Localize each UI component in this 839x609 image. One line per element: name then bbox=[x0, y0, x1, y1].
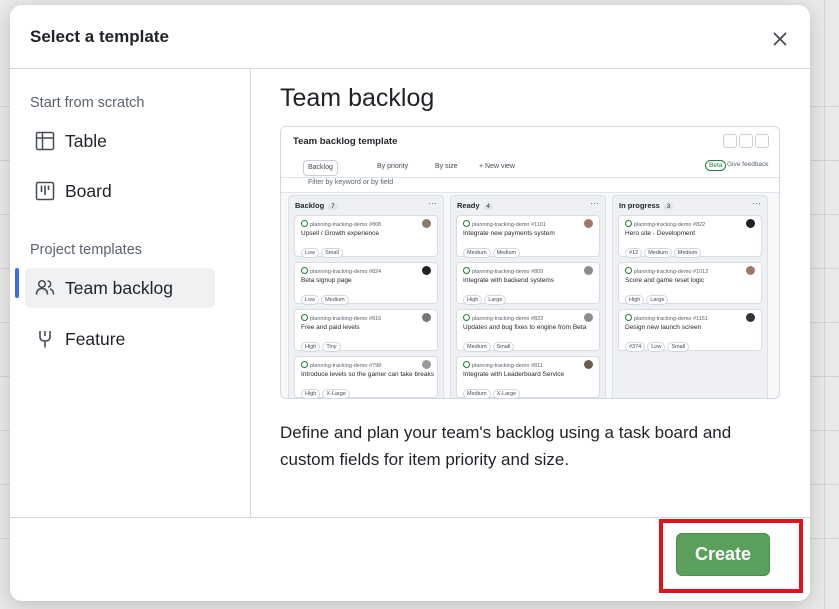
template-dialog: Select a template Start from scratch Tab… bbox=[10, 5, 810, 601]
preview-header: Team backlog template bbox=[281, 127, 779, 157]
preview-tab: Backlog bbox=[303, 160, 338, 176]
preview-card: planning-tracking-demo #811 Integrate wit… bbox=[456, 356, 600, 398]
close-icon bbox=[773, 32, 787, 46]
sidebar-item-feature[interactable]: Feature bbox=[25, 319, 215, 359]
close-button[interactable] bbox=[766, 26, 794, 52]
template-title: Team backlog bbox=[280, 84, 435, 112]
preview-tabs: Backlog By priority By size + New view bbox=[281, 157, 779, 178]
preview-card: planning-tracking-demo #1101 Integrate ne… bbox=[456, 215, 600, 258]
project-templates-label: Project templates bbox=[30, 242, 143, 258]
dialog-title: Select a template bbox=[30, 27, 169, 46]
sidebar-item-board[interactable]: Board bbox=[25, 171, 215, 211]
preview-card: planning-tracking-demo #808 Upsell / Grow… bbox=[294, 215, 438, 258]
preview-feedback-link: Give feedback bbox=[727, 161, 769, 168]
preview-column-header: In progress 3 bbox=[619, 201, 674, 210]
grid-line bbox=[824, 0, 825, 609]
preview-toolbar-icons bbox=[721, 134, 769, 153]
highlight-annotation bbox=[659, 519, 803, 593]
sidebar-item-label: Board bbox=[65, 181, 112, 201]
preview-card: planning-tracking-demo #809 Integrate wit… bbox=[456, 262, 600, 305]
preview-column: In progress 3 ··· planning-tracking-demo … bbox=[612, 195, 768, 398]
preview-beta-badge: Beta bbox=[705, 160, 727, 171]
preview-card: planning-tracking-demo #816 Free and paid… bbox=[294, 309, 438, 352]
table-icon bbox=[35, 131, 55, 151]
start-from-scratch-label: Start from scratch bbox=[30, 95, 145, 111]
preview-filter: Filter by keyword or by field bbox=[281, 178, 779, 193]
preview-column-header: Ready 4 bbox=[457, 201, 493, 210]
preview-column: Backlog 7 ··· planning-tracking-demo #808… bbox=[288, 195, 444, 398]
board-icon bbox=[35, 181, 55, 201]
preview-card: planning-tracking-demo #822 Hero site - D… bbox=[618, 215, 762, 258]
sidebar-item-label: Feature bbox=[65, 329, 126, 349]
preview-column-header: Backlog 7 bbox=[295, 201, 338, 210]
sidebar-item-label: Team backlog bbox=[65, 278, 173, 298]
preview-tab: By priority bbox=[377, 163, 409, 170]
preview-card: planning-tracking-demo #1012 Score and ga… bbox=[618, 262, 762, 305]
people-icon bbox=[35, 279, 55, 295]
preview-tab: + New view bbox=[479, 163, 515, 170]
feature-icon bbox=[39, 331, 51, 348]
preview-card: planning-tracking-demo #1151 Design new l… bbox=[618, 309, 762, 352]
preview-card: planning-tracking-demo #798 Introduce lev… bbox=[294, 356, 438, 398]
dialog-header: Select a template bbox=[10, 5, 810, 69]
preview-tab: By size bbox=[435, 163, 458, 170]
preview-card: planning-tracking-demo #823 Updates and b… bbox=[456, 309, 600, 352]
template-sidebar: Start from scratch Table Board Project t… bbox=[10, 69, 251, 517]
template-detail: Team backlog Team backlog template Backl… bbox=[251, 69, 810, 517]
template-description: Define and plan your team's backlog usin… bbox=[280, 423, 732, 469]
preview-title: Team backlog template bbox=[293, 136, 398, 147]
selected-indicator bbox=[15, 268, 19, 298]
template-preview-image: Team backlog template Backlog By priorit… bbox=[280, 126, 780, 399]
preview-column: Ready 4 ··· planning-tracking-demo #1101 I… bbox=[450, 195, 606, 398]
sidebar-item-team-backlog[interactable]: Team backlog bbox=[25, 268, 215, 308]
sidebar-item-table[interactable]: Table bbox=[25, 121, 215, 161]
preview-card: planning-tracking-demo #824 Beta signup p… bbox=[294, 262, 438, 305]
preview-filter-text: Filter by keyword or by field bbox=[308, 179, 394, 186]
sidebar-item-label: Table bbox=[65, 131, 107, 151]
